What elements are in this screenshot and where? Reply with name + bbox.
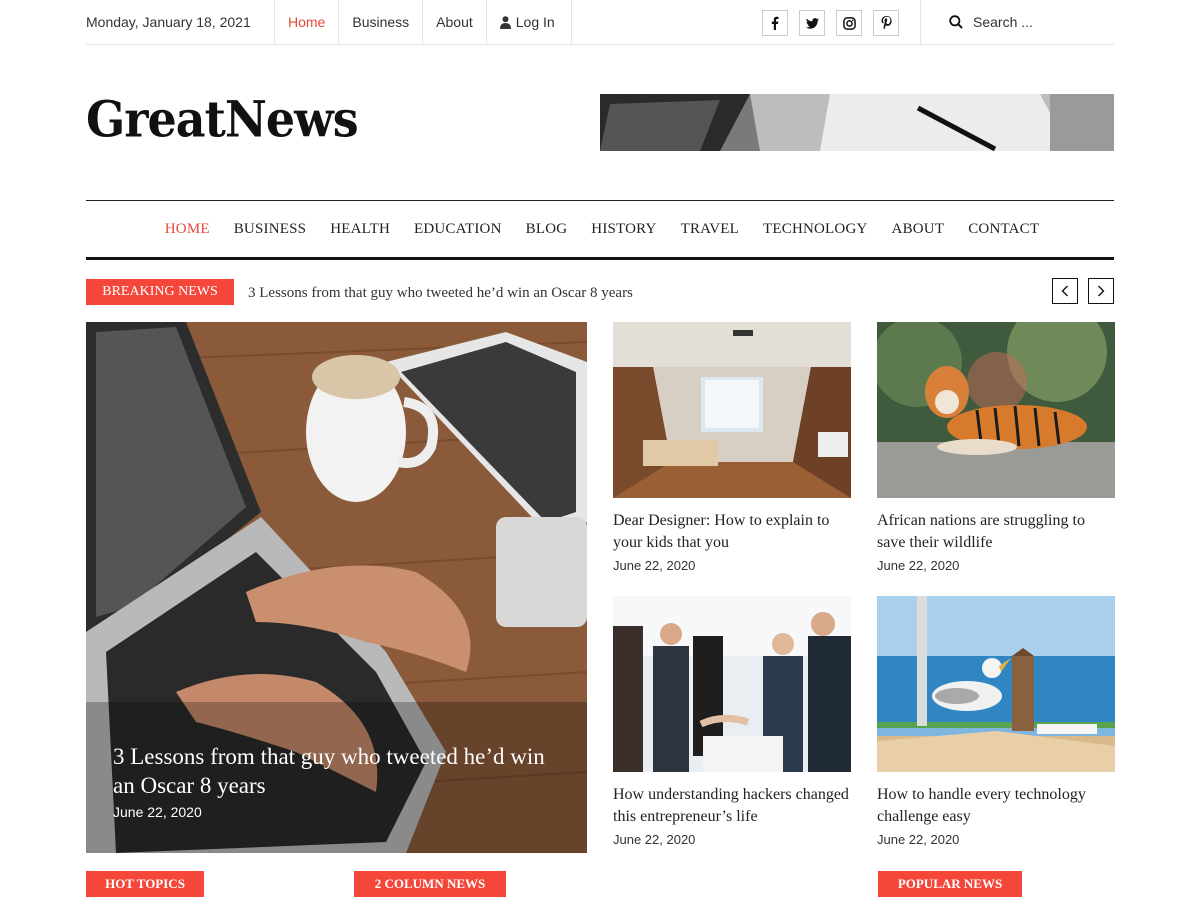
article-date: June 22, 2020 (877, 832, 960, 847)
pinterest-icon[interactable] (873, 10, 899, 36)
section-label-hot-topics: HOT TOPICS (86, 871, 204, 897)
prev-arrow-button[interactable] (1052, 278, 1078, 304)
twitter-icon[interactable] (799, 10, 825, 36)
chevron-right-icon (1098, 285, 1105, 297)
top-nav-about[interactable]: About (422, 0, 486, 44)
top-nav-business[interactable]: Business (338, 0, 422, 44)
article-date: June 22, 2020 (613, 558, 696, 573)
article-card[interactable]: How to handle every technology challenge… (877, 596, 1115, 847)
article-title[interactable]: How to handle every technology challenge… (877, 784, 1115, 828)
article-title[interactable]: African nations are struggling to save t… (877, 510, 1115, 554)
user-icon (499, 2, 511, 46)
next-arrow-button[interactable] (1088, 278, 1114, 304)
nav-item-technology[interactable]: TECHNOLOGY (763, 221, 868, 238)
article-date: June 22, 2020 (613, 832, 696, 847)
top-nav-home[interactable]: Home (274, 0, 338, 44)
article-image (877, 596, 1115, 772)
search-icon[interactable] (949, 15, 963, 34)
chevron-left-icon (1061, 285, 1068, 297)
article-card[interactable]: Dear Designer: How to explain to your ki… (613, 322, 851, 573)
nav-item-history[interactable]: HISTORY (591, 221, 656, 238)
article-card[interactable]: African nations are struggling to save t… (877, 322, 1115, 573)
article-title[interactable]: How understanding hackers changed this e… (613, 784, 851, 828)
main-nav: HOME BUSINESS HEALTH EDUCATION BLOG HIST… (86, 200, 1114, 260)
facebook-icon[interactable] (762, 10, 788, 36)
breaking-news-headline[interactable]: 3 Lessons from that guy who tweeted he’d… (248, 285, 633, 302)
search-placeholder: Search ... (973, 14, 1033, 30)
current-date: Monday, January 18, 2021 (86, 14, 251, 30)
login-link[interactable]: Log In (485, 0, 572, 46)
article-image (613, 322, 851, 498)
nav-item-blog[interactable]: BLOG (526, 221, 568, 238)
section-label-2-column-news: 2 COLUMN NEWS (354, 871, 506, 897)
hero-date: June 22, 2020 (113, 804, 202, 820)
article-title[interactable]: Dear Designer: How to explain to your ki… (613, 510, 851, 554)
top-nav: Home Business About Log In (274, 0, 572, 44)
nav-item-home[interactable]: HOME (165, 221, 210, 238)
hero-article[interactable]: 3 Lessons from that guy who tweeted he’d… (86, 322, 587, 853)
hero-title[interactable]: 3 Lessons from that guy who tweeted he’d… (113, 742, 553, 800)
instagram-icon[interactable] (836, 10, 862, 36)
breaking-news-label: BREAKING NEWS (86, 279, 234, 305)
header-banner-image (600, 94, 1114, 151)
top-bar: Monday, January 18, 2021 Home Business A… (86, 0, 1114, 45)
article-image (613, 596, 851, 772)
article-image (877, 322, 1115, 498)
article-date: June 22, 2020 (877, 558, 960, 573)
nav-item-about[interactable]: ABOUT (892, 221, 945, 238)
nav-item-business[interactable]: BUSINESS (234, 221, 306, 238)
section-label-popular-news: POPULAR NEWS (878, 871, 1022, 897)
search-box[interactable]: Search ... (920, 0, 1114, 44)
social-links (762, 10, 899, 36)
nav-item-contact[interactable]: CONTACT (968, 221, 1039, 238)
nav-item-travel[interactable]: TRAVEL (681, 221, 739, 238)
site-logo[interactable]: GreatNews (86, 90, 359, 148)
login-label: Log In (515, 14, 555, 30)
nav-item-education[interactable]: EDUCATION (414, 221, 502, 238)
nav-item-health[interactable]: HEALTH (330, 221, 390, 238)
article-card[interactable]: How understanding hackers changed this e… (613, 596, 851, 847)
